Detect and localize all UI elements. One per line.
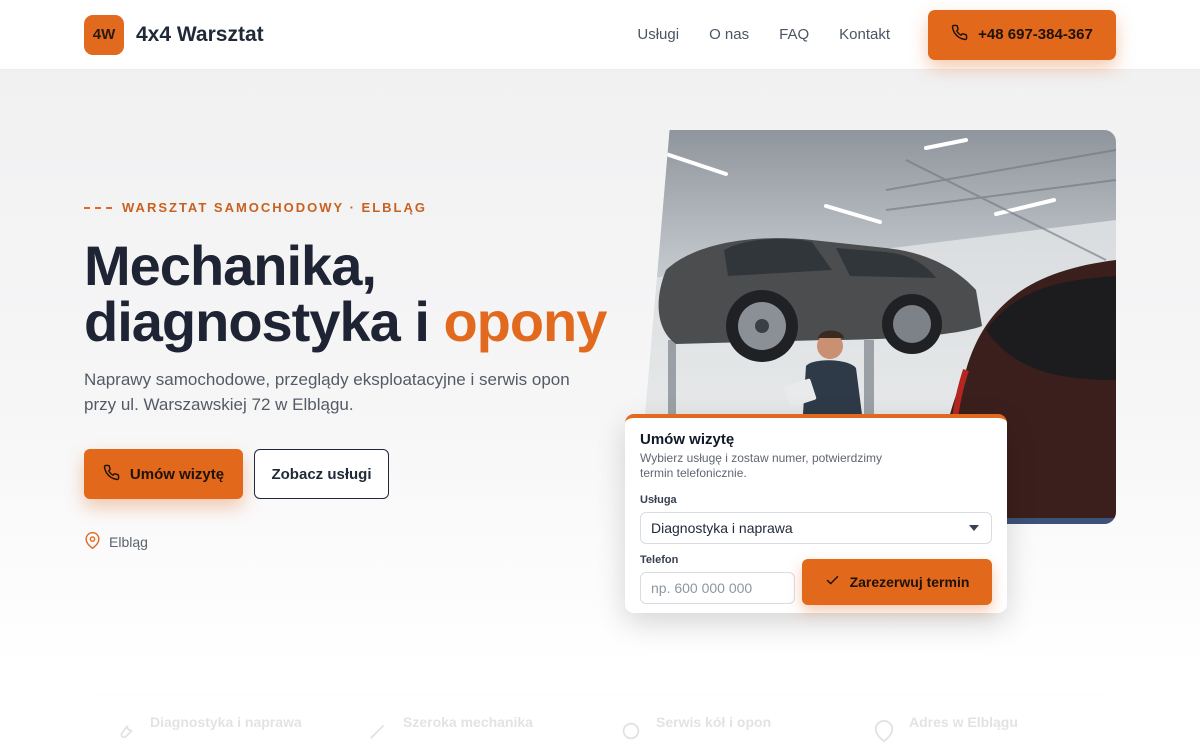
headline-line2: diagnostyka i	[84, 290, 444, 353]
booking-description: Wybierz usługę i zostaw numer, potwierdz…	[640, 451, 882, 480]
feature-item: Szeroka mechanika	[347, 696, 600, 750]
nav-link-faq[interactable]: FAQ	[779, 26, 809, 43]
feature-title: Szeroka mechanika	[403, 714, 533, 730]
phone-button[interactable]: +48 697-384-367	[928, 9, 1116, 60]
booking-card: Umów wizytę Wybierz usługę i zostaw nume…	[625, 414, 1007, 613]
feature-title: Adres w Elblągu	[909, 714, 1018, 730]
caret-down-icon	[969, 525, 979, 531]
location-text: Elbląg	[109, 534, 148, 550]
phone-icon	[103, 464, 120, 485]
hero-eyebrow: WARSZTAT SAMOCHODOWY · ELBLĄG	[84, 200, 427, 215]
hero-subtext: Naprawy samochodowe, przeglądy eksploata…	[84, 370, 570, 414]
reserve-button-label: Zarezerwuj termin	[849, 574, 970, 590]
headline-line1: Mechanika,	[84, 234, 377, 297]
nav-link-kontakt[interactable]: Kontakt	[839, 26, 890, 43]
nav-link-o-nas[interactable]: O nas	[709, 26, 749, 43]
feature-title: Diagnostyka i naprawa	[150, 714, 302, 730]
feature-item: Adres w Elblągu	[853, 696, 1106, 750]
brand[interactable]: 4W 4x4 Warsztat	[84, 14, 264, 55]
wrench-icon	[114, 720, 136, 742]
headline-accent: opony	[443, 290, 607, 353]
hero-headline: Mechanika, diagnostyka i opony	[84, 238, 624, 350]
map-pin-icon	[84, 532, 101, 552]
location: Elbląg	[84, 532, 148, 552]
service-selected-value: Diagnostyka i naprawa	[651, 520, 793, 536]
book-visit-button[interactable]: Umów wizytę	[84, 449, 243, 499]
eyebrow-text: WARSZTAT SAMOCHODOWY · ELBLĄG	[122, 200, 427, 215]
nav-link-uslugi[interactable]: Usługi	[637, 26, 679, 43]
phone-input[interactable]	[640, 572, 795, 604]
booking-title: Umów wizytę	[640, 431, 735, 448]
check-icon	[825, 573, 840, 591]
tool-icon	[367, 720, 389, 742]
eyebrow-dash	[84, 206, 112, 209]
phone-button-label: +48 697-384-367	[978, 26, 1093, 43]
pin-icon	[873, 720, 895, 743]
main-nav: Usługi O nas FAQ Kontakt +48 697-384-367	[637, 9, 1116, 60]
features-strip: Diagnostyka i naprawa Szeroka mechanika …	[94, 695, 1106, 750]
service-label: Usługa	[640, 494, 677, 506]
brand-name: 4x4 Warsztat	[136, 22, 264, 46]
reserve-button[interactable]: Zarezerwuj termin	[802, 559, 992, 605]
phone-icon	[951, 24, 968, 45]
feature-title: Serwis kół i opon	[656, 714, 772, 730]
tire-icon	[620, 720, 642, 742]
phone-label: Telefon	[640, 554, 679, 566]
feature-item: Diagnostyka i naprawa	[94, 696, 347, 750]
site-header: 4W 4x4 Warsztat Usługi O nas FAQ Kontakt…	[0, 0, 1200, 70]
service-select[interactable]: Diagnostyka i naprawa	[640, 512, 992, 544]
feature-item: Serwis kół i opon	[600, 696, 853, 750]
logo: 4W	[84, 14, 124, 55]
book-visit-label: Umów wizytę	[129, 465, 225, 483]
see-services-button[interactable]: Zobacz usługi	[254, 449, 389, 499]
